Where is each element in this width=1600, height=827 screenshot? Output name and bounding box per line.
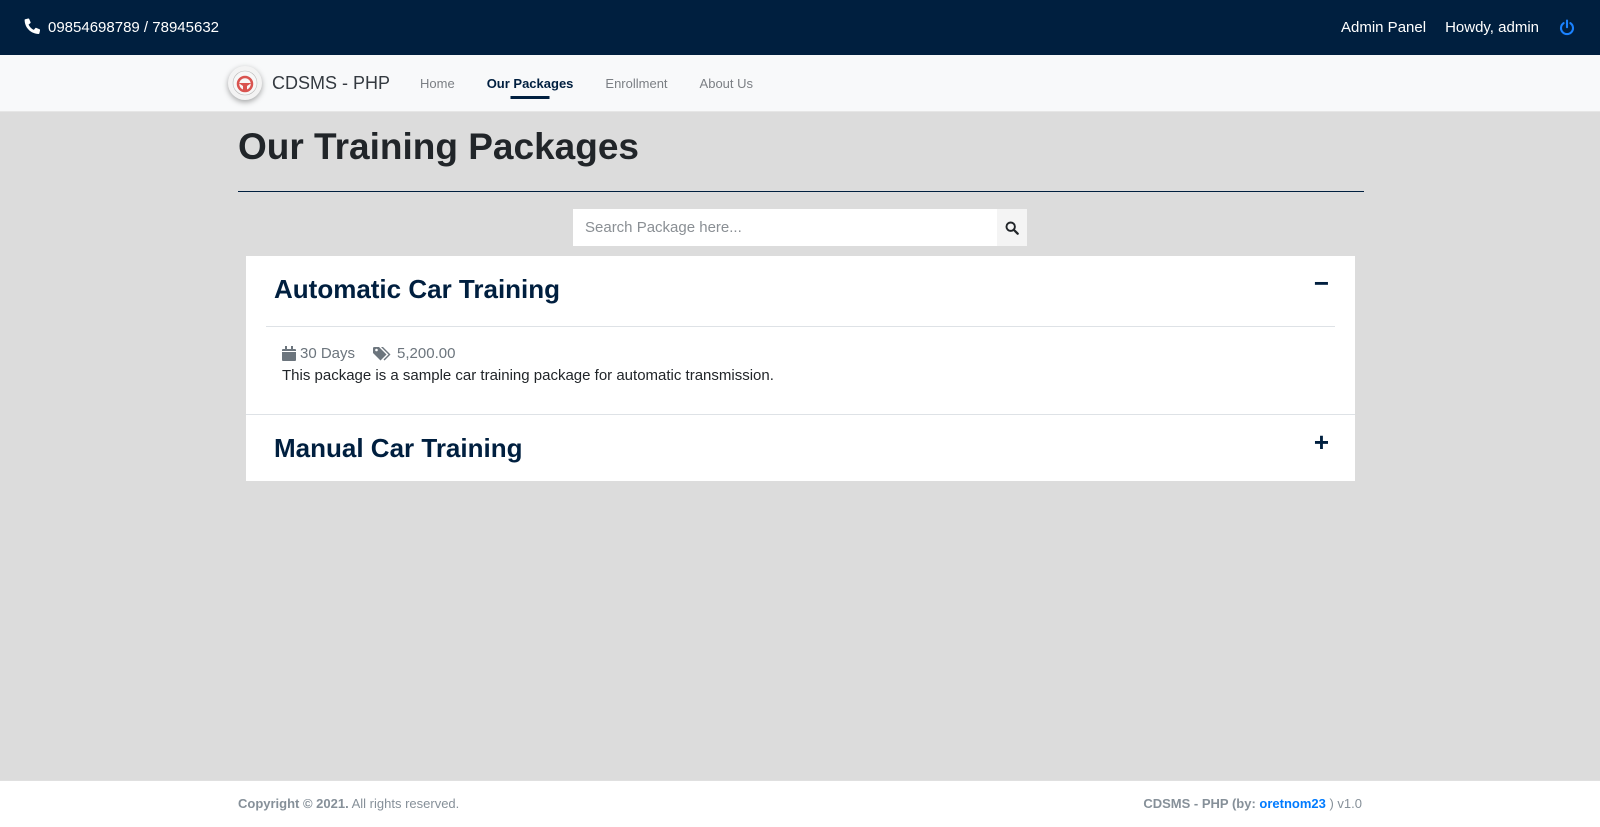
version-text: ) v1.0 xyxy=(1325,796,1362,811)
package-header[interactable]: Manual Car Training + xyxy=(246,415,1355,481)
author-link[interactable]: oretnom23 xyxy=(1259,796,1325,811)
contact-info: 09854698789 / 78945632 xyxy=(24,17,220,38)
top-bar: 09854698789 / 78945632 Admin Panel Howdy… xyxy=(0,0,1600,55)
package-title: Manual Car Training xyxy=(274,432,523,463)
copyright: Copyright © 2021. All rights reserved. xyxy=(238,796,459,811)
logout-button[interactable] xyxy=(1558,18,1576,37)
package-search xyxy=(573,209,1027,246)
search-input[interactable] xyxy=(573,209,997,246)
collapse-icon[interactable]: − xyxy=(1314,268,1329,299)
greeting: Howdy, admin xyxy=(1445,19,1539,36)
phone-icon xyxy=(24,17,41,38)
brand-name: CDSMS - PHP xyxy=(272,72,391,93)
admin-panel-link[interactable]: Admin Panel xyxy=(1341,19,1426,36)
phone-numbers: 09854698789 / 78945632 xyxy=(48,19,220,36)
expand-icon[interactable]: + xyxy=(1314,427,1329,458)
package-price: 5,200.00 xyxy=(397,345,456,362)
nav-about-us[interactable]: About Us xyxy=(684,55,769,112)
tags-icon xyxy=(373,346,391,360)
main-navbar: CDSMS - PHP Home Our Packages Enrollment… xyxy=(0,55,1600,112)
package-body: 30 Days 5,200.00 This package is a sampl… xyxy=(246,327,1355,414)
nav-links: Home Our Packages Enrollment About Us xyxy=(404,55,769,112)
calendar-icon xyxy=(282,346,296,361)
copyright-text: All rights reserved. xyxy=(348,796,460,811)
logo xyxy=(228,66,262,100)
copyright-year: Copyright © 2021. xyxy=(238,796,349,811)
package-item: Manual Car Training + xyxy=(246,415,1355,481)
package-description: This package is a sample car training pa… xyxy=(282,367,774,384)
credit-prefix: CDSMS - PHP (by: xyxy=(1143,796,1260,811)
power-icon xyxy=(1559,18,1575,35)
page-title: Our Training Packages xyxy=(238,126,639,167)
package-item: Automatic Car Training − 30 Days 5,200.0… xyxy=(246,256,1355,415)
footer: Copyright © 2021. All rights reserved. C… xyxy=(0,780,1600,827)
package-duration: 30 Days xyxy=(300,345,356,362)
credits: CDSMS - PHP (by: oretnom23 ) v1.0 xyxy=(1143,796,1362,811)
packages-accordion: Automatic Car Training − 30 Days 5,200.0… xyxy=(246,256,1355,481)
nav-our-packages[interactable]: Our Packages xyxy=(471,55,590,112)
search-button[interactable] xyxy=(997,209,1027,246)
package-title: Automatic Car Training xyxy=(274,273,561,304)
steering-wheel-icon xyxy=(232,70,258,96)
package-header[interactable]: Automatic Car Training − xyxy=(246,256,1355,326)
brand-link[interactable]: CDSMS - PHP xyxy=(228,66,390,100)
nav-home[interactable]: Home xyxy=(404,55,471,112)
search-icon xyxy=(1005,221,1019,235)
nav-enrollment[interactable]: Enrollment xyxy=(589,55,683,112)
title-divider xyxy=(238,191,1364,192)
